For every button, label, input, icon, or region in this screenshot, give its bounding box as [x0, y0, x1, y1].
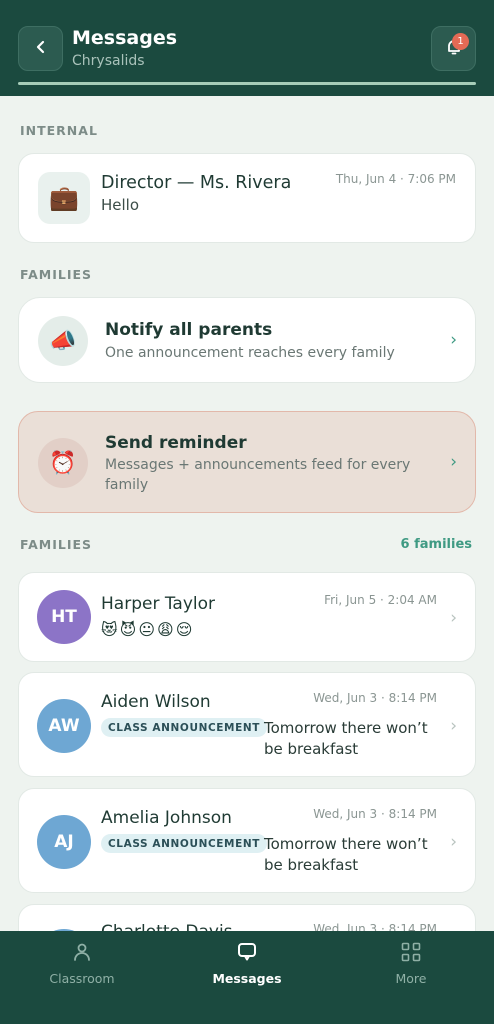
- section-label-families: FAMILIES: [20, 267, 93, 282]
- chevron-right-icon: ›: [450, 832, 457, 852]
- section-label-internal: INTERNAL: [20, 123, 98, 138]
- action-title: Notify all parents: [105, 320, 273, 340]
- tab-label: Classroom: [49, 971, 115, 986]
- back-button[interactable]: [18, 26, 63, 71]
- avatar: AW: [37, 699, 91, 753]
- briefcase-icon: 💼: [38, 172, 90, 224]
- notification-badge: 1: [452, 33, 469, 50]
- class-announcement-tag: CLASS ANNOUNCEMENT: [101, 834, 268, 853]
- thread-name: Harper Taylor: [101, 594, 215, 614]
- thread-name: Director — Ms. Rivera: [101, 173, 292, 193]
- tab-messages[interactable]: Messages: [187, 931, 307, 1001]
- header-progress-line: [18, 82, 476, 85]
- thread-preview: Tomorrow there won’t be breakfast: [264, 835, 428, 874]
- chevron-right-icon: ›: [450, 452, 457, 472]
- class-announcement-tag: CLASS ANNOUNCEMENT: [101, 718, 268, 737]
- page-title: Messages: [72, 27, 178, 49]
- notify-all-parents-card[interactable]: 📣 Notify all parents One announcement re…: [18, 297, 476, 383]
- app-header: Messages Chrysalids 1: [0, 0, 494, 96]
- thread-preview: Hello: [101, 196, 140, 214]
- families-count: 6 families: [400, 537, 472, 552]
- chevron-right-icon: ›: [450, 608, 457, 628]
- chevron-right-icon: ›: [450, 716, 457, 736]
- avatar: HT: [37, 590, 91, 644]
- tab-label: Messages: [212, 971, 282, 986]
- action-subtitle: One announcement reaches every family: [105, 345, 395, 361]
- bottom-tab-bar: Classroom Messages More: [0, 931, 494, 1024]
- person-icon: [71, 941, 93, 967]
- thread-preview: 😻😈😐😩😌: [101, 620, 195, 639]
- thread-time: Thu, Jun 4 · 7:06 PM: [335, 172, 456, 186]
- thread-time: Fri, Jun 5 · 2:04 AM: [324, 593, 437, 607]
- tab-more[interactable]: More: [351, 931, 471, 1001]
- thread-name: Amelia Johnson: [101, 808, 232, 828]
- tab-label: More: [395, 971, 427, 986]
- action-subtitle: Messages + announcements feed for every …: [105, 457, 411, 493]
- thread-preview: Tomorrow there won’t be breakfast: [264, 719, 428, 758]
- internal-thread-card[interactable]: 💼 Director — Ms. Rivera Hello Thu, Jun 4…: [18, 153, 476, 243]
- chevron-left-icon: [34, 39, 48, 58]
- thread-card-harper-taylor[interactable]: HT Harper Taylor 😻😈😐😩😌 Fri, Jun 5 · 2:04…: [18, 572, 476, 662]
- section-label-families-list: FAMILIES: [20, 537, 93, 552]
- send-reminder-card[interactable]: ⏰ Send reminder Messages + announcements…: [18, 411, 476, 513]
- thread-name: Aiden Wilson: [101, 692, 211, 712]
- thread-card-aiden-wilson[interactable]: AW Aiden Wilson CLASS ANNOUNCEMENT Tomor…: [18, 672, 476, 777]
- megaphone-icon: 📣: [38, 316, 88, 366]
- thread-card-amelia-johnson[interactable]: AJ Amelia Johnson CLASS ANNOUNCEMENT Tom…: [18, 788, 476, 893]
- notifications-button[interactable]: [431, 26, 476, 71]
- page-subtitle: Chrysalids: [72, 53, 145, 69]
- chat-icon: [236, 941, 258, 967]
- thread-time: Wed, Jun 3 · 8:14 PM: [313, 807, 437, 821]
- chevron-right-icon: ›: [450, 330, 457, 350]
- thread-time: Wed, Jun 3 · 8:14 PM: [313, 691, 437, 705]
- avatar: AJ: [37, 815, 91, 869]
- alarm-clock-icon: ⏰: [38, 438, 88, 488]
- grid-icon: [400, 941, 422, 967]
- action-title: Send reminder: [105, 433, 247, 453]
- tab-classroom[interactable]: Classroom: [22, 931, 142, 1001]
